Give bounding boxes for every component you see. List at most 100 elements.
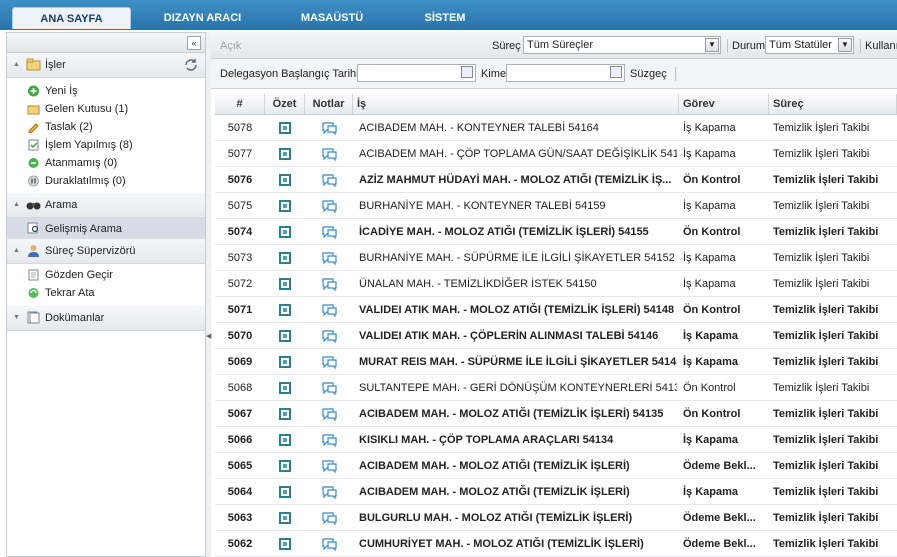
summary-icon[interactable] [279, 538, 291, 550]
table-row[interactable]: 5068 SULTANTEPE MAH. - GERİ DÖNÜŞÜM KONTE… [215, 375, 897, 401]
chevron-down-icon[interactable]: ▼ [705, 38, 719, 52]
summary-icon[interactable] [279, 278, 291, 290]
summary-icon[interactable] [279, 200, 291, 212]
notes-icon[interactable] [321, 303, 337, 317]
durum-select[interactable]: Tüm Statüler ▼ [765, 36, 854, 54]
tab-sistem[interactable]: SİSTEM [405, 7, 485, 29]
summary-icon[interactable] [279, 174, 291, 186]
cell-gorev: Ön Kontrol [683, 226, 741, 238]
sidebar-item-islem-yapilmis[interactable]: İşlem Yapılmış (8) [7, 136, 205, 154]
summary-icon[interactable] [279, 252, 291, 264]
expand-arrow-icon: ▼ [13, 314, 20, 321]
open-button[interactable]: Açık [220, 40, 241, 52]
summary-icon[interactable] [279, 356, 291, 368]
kime-label: Kime [481, 68, 507, 80]
notes-icon[interactable] [321, 121, 337, 135]
notes-icon[interactable] [321, 225, 337, 239]
table-row[interactable]: 5077 ACIBADEM MAH. - ÇÖP TOPLAMA GÜN/SAAT… [215, 141, 897, 167]
group-surec-supervizoru[interactable]: ▲ Süreç Süpervizörü [7, 239, 205, 264]
summary-icon[interactable] [279, 148, 291, 160]
collapse-panel-button[interactable]: « [187, 36, 201, 50]
notes-icon[interactable] [321, 355, 337, 369]
notes-icon[interactable] [321, 537, 337, 551]
table-row[interactable]: 5078 ACIBADEM MAH. - KONTEYNER TALEBİ 541… [215, 115, 897, 141]
group-arama[interactable]: ▲ Arama [7, 193, 205, 218]
notes-icon[interactable] [321, 277, 337, 291]
work-items-grid: # Özet Notlar İş Görev Süreç 5078 ACIBADE… [215, 94, 897, 557]
cell-is: VALIDEI ATIK MAH. - ÇÖPLERİN ALINMASI TA… [359, 330, 659, 342]
notes-icon[interactable] [321, 485, 337, 499]
tab-ana-sayfa[interactable]: ANA SAYFA [12, 7, 131, 29]
notes-icon[interactable] [321, 199, 337, 213]
left-panel-header: « [7, 33, 205, 53]
folder-icon [26, 58, 41, 71]
sidebar-item-yeni-is[interactable]: Yeni İş [7, 82, 205, 100]
sidebar-item-duraklatilmis[interactable]: Duraklatılmış (0) [7, 172, 205, 190]
sidebar-item-gelen-kutusu[interactable]: Gelen Kutusu (1) [7, 100, 205, 118]
table-row[interactable]: 5063 BULGURLU MAH. - MOLOZ ATIĞI (TEMİZLİ… [215, 505, 897, 531]
column-header-ozet[interactable]: Özet [265, 94, 305, 115]
sidebar-item-tekrar-ata[interactable]: Tekrar Ata [7, 284, 205, 302]
group-isler[interactable]: ▲ İşler [7, 53, 205, 78]
summary-icon[interactable] [279, 460, 291, 472]
sidebar-item-gelismis-arama[interactable]: Gelişmiş Arama [7, 218, 205, 239]
notes-icon[interactable] [321, 407, 337, 421]
table-row[interactable]: 5076 AZİZ MAHMUT HÜDAYİ MAH. - MOLOZ ATIĞ… [215, 167, 897, 193]
summary-icon[interactable] [279, 122, 291, 134]
tab-dizayn-araci[interactable]: DIZAYN ARACI [150, 7, 255, 29]
summary-icon[interactable] [279, 304, 291, 316]
table-row[interactable]: 5074 İCADİYE MAH. - MOLOZ ATIĞI (TEMİZLİK… [215, 219, 897, 245]
summary-icon[interactable] [279, 330, 291, 342]
notes-icon[interactable] [321, 381, 337, 395]
summary-icon[interactable] [279, 434, 291, 446]
summary-icon[interactable] [279, 226, 291, 238]
sidebar-item-taslak[interactable]: Taslak (2) [7, 118, 205, 136]
notes-icon[interactable] [321, 147, 337, 161]
table-row[interactable]: 5072 ÜNALAN MAH. - TEMİZLİKDİĞER İSTEK 54… [215, 271, 897, 297]
cell-is: İCADİYE MAH. - MOLOZ ATIĞI (TEMİZLİK İŞL… [359, 226, 649, 238]
cell-surec: Temizlik İşleri Takibi [773, 434, 879, 446]
column-header-notlar[interactable]: Notlar [305, 94, 353, 115]
surec-select[interactable]: Tüm Süreçler ▼ [523, 36, 721, 54]
column-header-is[interactable]: İş [353, 94, 679, 115]
table-row[interactable]: 5071 VALIDEI ATIK MAH. - MOLOZ ATIĞI (TEM… [215, 297, 897, 323]
notes-icon[interactable] [321, 173, 337, 187]
summary-icon[interactable] [279, 512, 291, 524]
table-row[interactable]: 5075 BURHANİYE MAH. - KONTEYNER TALEBİ 54… [215, 193, 897, 219]
summary-icon[interactable] [279, 408, 291, 420]
delegasyon-date-input[interactable] [357, 64, 476, 82]
notes-icon[interactable] [321, 511, 337, 525]
calendar-icon[interactable] [610, 66, 622, 78]
cell-id: 5071 [227, 304, 253, 316]
kime-date-input[interactable] [506, 64, 625, 82]
table-row[interactable]: 5066 KISIKLI MAH. - ÇÖP TOPLAMA ARAÇLARI … [215, 427, 897, 453]
tab-masaustu[interactable]: MASAÜSTÜ [282, 7, 382, 29]
table-row[interactable]: 5065 ACIBADEM MAH. - MOLOZ ATIĞI (TEMİZLİ… [215, 453, 897, 479]
collapse-arrow-icon: ▲ [13, 201, 20, 208]
group-label: Arama [45, 199, 78, 211]
chevron-down-icon[interactable]: ▼ [838, 38, 852, 52]
table-row[interactable]: 5073 BURHANİYE MAH. - SÜPÜRME İLE İLGİLİ … [215, 245, 897, 271]
column-header-gorev[interactable]: Görev [679, 94, 769, 115]
column-header-surec[interactable]: Süreç [769, 94, 897, 115]
summary-icon[interactable] [279, 382, 291, 394]
sidebar-item-gozden-gecir[interactable]: Gözden Geçir [7, 266, 205, 284]
sidebar-item-atanmamis[interactable]: Atanmamış (0) [7, 154, 205, 172]
table-row[interactable]: 5067 ACIBADEM MAH. - MOLOZ ATIĞI (TEMİZLİ… [215, 401, 897, 427]
column-header-number[interactable]: # [215, 94, 265, 115]
notes-icon[interactable] [321, 459, 337, 473]
table-row[interactable]: 5069 MURAT REIS MAH. - SÜPÜRME İLE İLGİLİ… [215, 349, 897, 375]
refresh-icon[interactable] [183, 57, 199, 73]
notes-icon[interactable] [321, 251, 337, 265]
cell-gorev: İş Kapama [683, 330, 739, 342]
notes-icon[interactable] [321, 433, 337, 447]
table-row[interactable]: 5070 VALIDEI ATIK MAH. - ÇÖPLERİN ALINMAS… [215, 323, 897, 349]
notes-icon[interactable] [321, 329, 337, 343]
table-row[interactable]: 5062 CUMHURİYET MAH. - MOLOZ ATIĞI (TEMİZ… [215, 531, 897, 557]
cell-id: 5063 [227, 512, 253, 524]
group-dokumanlar[interactable]: ▼ Dokümanlar [7, 306, 205, 331]
calendar-icon[interactable] [461, 66, 473, 78]
summary-icon[interactable] [279, 486, 291, 498]
suzgec-button[interactable]: Süzgeç [630, 68, 667, 80]
table-row[interactable]: 5064 ACIBADEM MAH. - MOLOZ ATIĞI (TEMİZLİ… [215, 479, 897, 505]
